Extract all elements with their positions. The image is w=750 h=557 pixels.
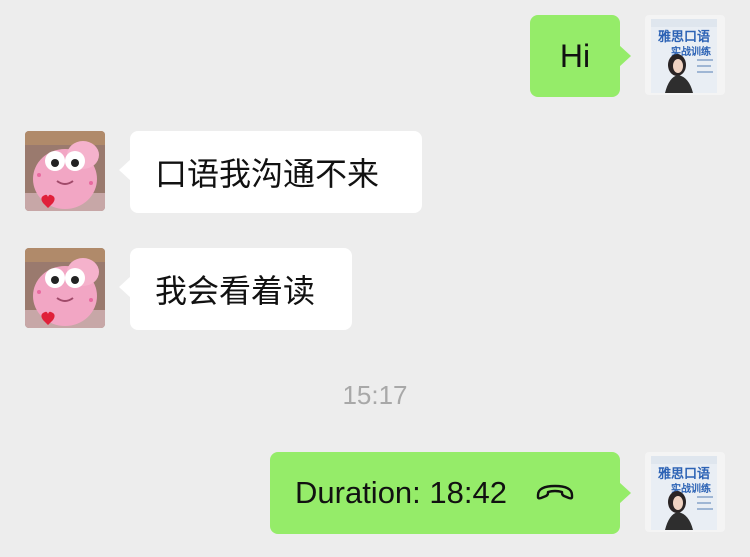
book-cover-avatar[interactable]: 雅思口语 实战训练	[645, 452, 725, 532]
pink-cartoon-avatar[interactable]	[25, 248, 105, 328]
message-bubble-outgoing[interactable]: Hi	[530, 15, 631, 97]
book-title-line1: 雅思口语	[658, 29, 710, 45]
message-text: 我会看着读	[155, 272, 316, 310]
book-cover-avatar[interactable]: 雅思口语 实战训练	[645, 15, 725, 95]
call-record-bubble[interactable]: Duration: 18:42	[270, 452, 631, 534]
message-text: 口语我沟通不来	[155, 155, 380, 193]
message-bubble-incoming[interactable]: 我会看着读	[119, 248, 352, 330]
pink-cartoon-avatar[interactable]	[25, 131, 105, 211]
call-duration-text: Duration: 18:42	[295, 475, 507, 510]
message-text: Hi	[559, 37, 591, 74]
chat-timestamp: 15:17	[342, 380, 408, 410]
message-bubble-incoming[interactable]: 口语我沟通不来	[119, 131, 422, 213]
hang-up-phone-icon	[535, 475, 575, 511]
book-title-line1: 雅思口语	[658, 466, 710, 482]
